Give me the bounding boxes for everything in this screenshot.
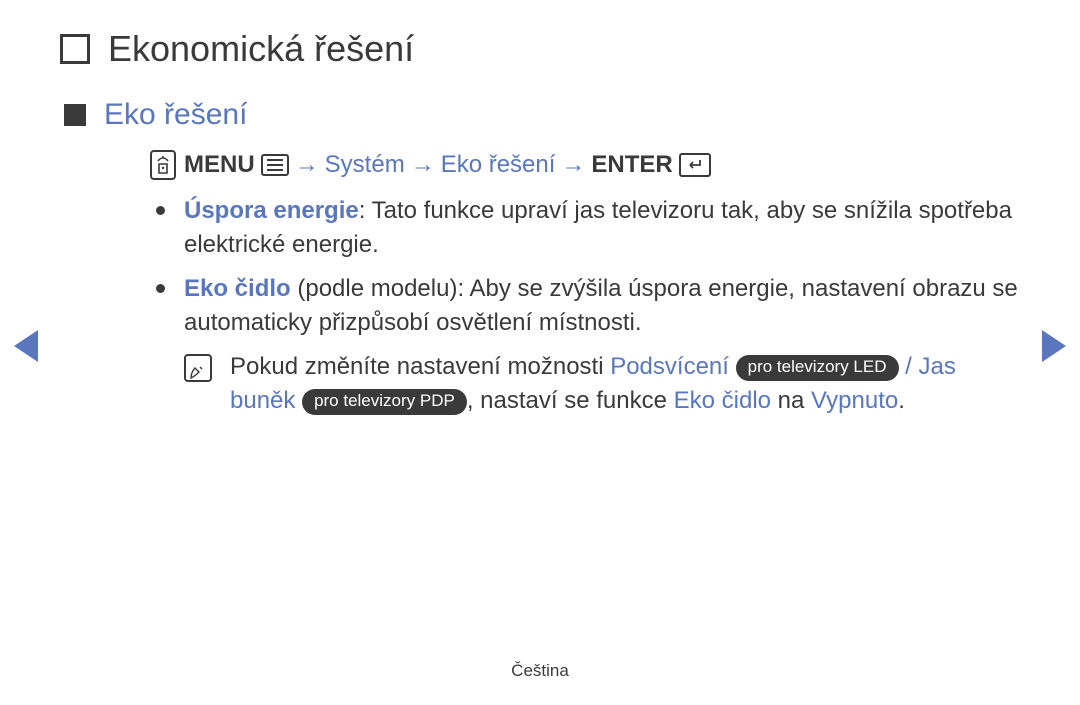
section-title: Eko řešení (104, 98, 247, 132)
arrow-icon: → (561, 151, 585, 179)
section-marker-icon (64, 104, 86, 126)
term-eco-sensor-ref: Eko čidlo (674, 387, 771, 414)
section-heading-row: Eko řešení (64, 98, 1020, 132)
next-page-button[interactable] (1042, 330, 1066, 362)
menu-path: MENU → Systém → Eko řešení → ENTER (150, 150, 1020, 180)
menu-icon (261, 154, 289, 176)
list-item: Eko čidlo (podle modelu): Aby se zvýšila… (150, 272, 1020, 340)
term-off: Vypnuto (811, 387, 898, 414)
chevron-right-icon (1042, 330, 1066, 362)
enter-icon (679, 153, 711, 177)
note-dot: . (898, 387, 905, 414)
note: Pokud změníte nastavení možnosti Podsvíc… (184, 350, 1020, 418)
chevron-left-icon (14, 330, 38, 362)
page-title: Ekonomická řešení (108, 28, 414, 70)
note-icon (184, 354, 212, 382)
term-eco-sensor: Eko čidlo (184, 275, 291, 302)
prev-page-button[interactable] (14, 330, 38, 362)
slash: / (899, 353, 919, 380)
path-eco: Eko řešení (441, 151, 556, 179)
note-pre: Pokud změníte nastavení možnosti (230, 353, 610, 380)
bullet-list: Úspora energie: Tato funkce upraví jas t… (150, 194, 1020, 340)
remote-button-icon (150, 150, 176, 180)
footer-language: Čeština (0, 661, 1080, 681)
menu-label: MENU (184, 151, 255, 179)
page-heading-row: Ekonomická řešení (60, 28, 1020, 70)
arrow-icon: → (295, 151, 319, 179)
enter-label: ENTER (591, 151, 672, 179)
path-system: Systém (325, 151, 405, 179)
term-backlight: Podsvícení (610, 353, 729, 380)
chapter-marker-icon (60, 34, 90, 64)
paren-text: (podle modelu) (291, 275, 458, 302)
badge-pdp: pro televizory PDP (302, 389, 467, 414)
term-energy-saving: Úspora energie (184, 197, 359, 224)
note-on: na (771, 387, 811, 414)
arrow-icon: → (411, 151, 435, 179)
badge-led: pro televizory LED (736, 355, 899, 380)
list-item: Úspora energie: Tato funkce upraví jas t… (150, 194, 1020, 262)
note-mid: , nastaví se funkce (467, 387, 674, 414)
